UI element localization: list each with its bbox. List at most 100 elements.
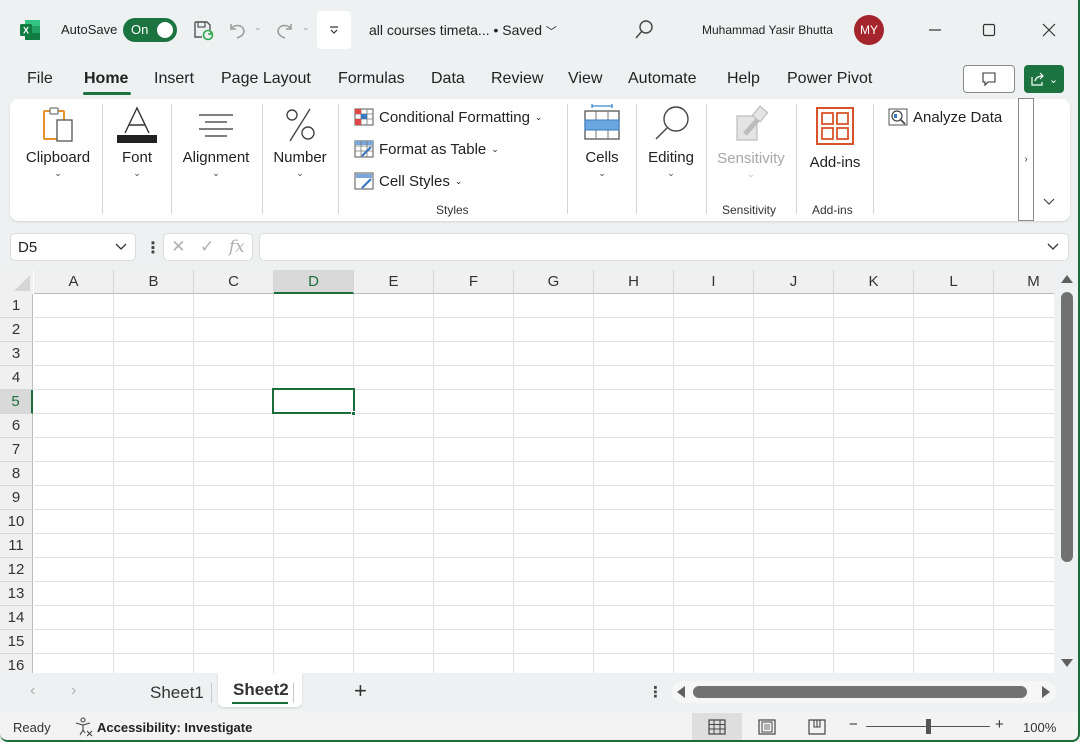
cell-j1[interactable]: [754, 294, 834, 318]
cell-h12[interactable]: [594, 558, 674, 582]
cell-m6[interactable]: [994, 414, 1054, 438]
row-header-13[interactable]: 13: [0, 582, 33, 606]
avatar[interactable]: MY: [854, 15, 884, 45]
cell-h3[interactable]: [594, 342, 674, 366]
cell-l14[interactable]: [914, 606, 994, 630]
undo-dropdown-icon[interactable]: ⌄: [254, 22, 262, 33]
cell-b16[interactable]: [114, 654, 194, 673]
cell-l1[interactable]: [914, 294, 994, 318]
accessibility-icon[interactable]: [74, 717, 94, 737]
zoom-in-button[interactable]: +: [995, 716, 1004, 733]
cell-l11[interactable]: [914, 534, 994, 558]
cell-f10[interactable]: [434, 510, 514, 534]
row-header-12[interactable]: 12: [0, 558, 33, 582]
cell-c13[interactable]: [194, 582, 274, 606]
cell-h1[interactable]: [594, 294, 674, 318]
chevron-down-icon[interactable]: [114, 239, 128, 253]
cell-d10[interactable]: [274, 510, 354, 534]
cell-b3[interactable]: [114, 342, 194, 366]
zoom-slider-thumb[interactable]: [926, 719, 931, 734]
cell-h16[interactable]: [594, 654, 674, 673]
row-header-15[interactable]: 15: [0, 630, 33, 654]
cell-k12[interactable]: [834, 558, 914, 582]
tab-home[interactable]: Home: [84, 70, 128, 88]
column-header-b[interactable]: B: [114, 270, 194, 294]
cell-i6[interactable]: [674, 414, 754, 438]
sheet-tab-sheet1[interactable]: Sheet1: [150, 683, 204, 703]
cancel-icon[interactable]: ✕: [171, 237, 185, 257]
scroll-right-icon[interactable]: [1042, 686, 1050, 698]
cell-a4[interactable]: [34, 366, 114, 390]
clipboard-button[interactable]: Clipboard ⌄: [20, 105, 96, 179]
cell-j4[interactable]: [754, 366, 834, 390]
sheet-tab-sheet2[interactable]: Sheet2: [233, 680, 289, 700]
cell-f6[interactable]: [434, 414, 514, 438]
cell-i4[interactable]: [674, 366, 754, 390]
expand-formula-bar-icon[interactable]: [1046, 239, 1060, 253]
cell-g16[interactable]: [514, 654, 594, 673]
cell-b8[interactable]: [114, 462, 194, 486]
cell-g7[interactable]: [514, 438, 594, 462]
cell-i12[interactable]: [674, 558, 754, 582]
cell-k11[interactable]: [834, 534, 914, 558]
cell-g13[interactable]: [514, 582, 594, 606]
sensitivity-button[interactable]: Sensitivity ⌄: [711, 104, 791, 180]
cell-b6[interactable]: [114, 414, 194, 438]
cell-i8[interactable]: [674, 462, 754, 486]
cell-a5[interactable]: [34, 390, 114, 414]
cell-f11[interactable]: [434, 534, 514, 558]
column-header-m[interactable]: M: [994, 270, 1054, 294]
cell-f9[interactable]: [434, 486, 514, 510]
cell-c10[interactable]: [194, 510, 274, 534]
minimize-button[interactable]: [920, 15, 950, 45]
cell-j13[interactable]: [754, 582, 834, 606]
cells-button[interactable]: Cells ⌄: [574, 103, 630, 179]
cell-f8[interactable]: [434, 462, 514, 486]
cell-i11[interactable]: [674, 534, 754, 558]
cell-d15[interactable]: [274, 630, 354, 654]
cell-a14[interactable]: [34, 606, 114, 630]
cell-i10[interactable]: [674, 510, 754, 534]
cell-l8[interactable]: [914, 462, 994, 486]
cell-e5[interactable]: [354, 390, 434, 414]
cell-a7[interactable]: [34, 438, 114, 462]
cell-a9[interactable]: [34, 486, 114, 510]
cell-h14[interactable]: [594, 606, 674, 630]
cell-e12[interactable]: [354, 558, 434, 582]
cell-a10[interactable]: [34, 510, 114, 534]
cell-d1[interactable]: [274, 294, 354, 318]
row-header-16[interactable]: 16: [0, 654, 33, 673]
cell-i14[interactable]: [674, 606, 754, 630]
comments-button[interactable]: [963, 65, 1015, 93]
zoom-out-button[interactable]: −: [849, 716, 858, 733]
cell-e10[interactable]: [354, 510, 434, 534]
cell-b4[interactable]: [114, 366, 194, 390]
zoom-level[interactable]: 100%: [1023, 720, 1056, 735]
cell-f14[interactable]: [434, 606, 514, 630]
tab-split-handle-icon[interactable]: ⋮: [648, 683, 663, 701]
cell-b12[interactable]: [114, 558, 194, 582]
cell-e1[interactable]: [354, 294, 434, 318]
cell-b13[interactable]: [114, 582, 194, 606]
select-all-button[interactable]: [0, 270, 33, 294]
cell-h4[interactable]: [594, 366, 674, 390]
column-header-l[interactable]: L: [914, 270, 994, 294]
tab-page-layout[interactable]: Page Layout: [221, 70, 311, 88]
cell-a15[interactable]: [34, 630, 114, 654]
cell-k5[interactable]: [834, 390, 914, 414]
cell-m2[interactable]: [994, 318, 1054, 342]
column-header-c[interactable]: C: [194, 270, 274, 294]
cell-f7[interactable]: [434, 438, 514, 462]
row-header-6[interactable]: 6: [0, 414, 33, 438]
normal-view-button[interactable]: [692, 713, 742, 740]
column-header-g[interactable]: G: [514, 270, 594, 294]
share-button[interactable]: ⌄: [1024, 65, 1064, 93]
formula-input[interactable]: [259, 233, 1069, 261]
cell-d9[interactable]: [274, 486, 354, 510]
cell-d14[interactable]: [274, 606, 354, 630]
cell-j7[interactable]: [754, 438, 834, 462]
cell-d8[interactable]: [274, 462, 354, 486]
cell-i7[interactable]: [674, 438, 754, 462]
scroll-left-icon[interactable]: [677, 686, 685, 698]
cell-j14[interactable]: [754, 606, 834, 630]
